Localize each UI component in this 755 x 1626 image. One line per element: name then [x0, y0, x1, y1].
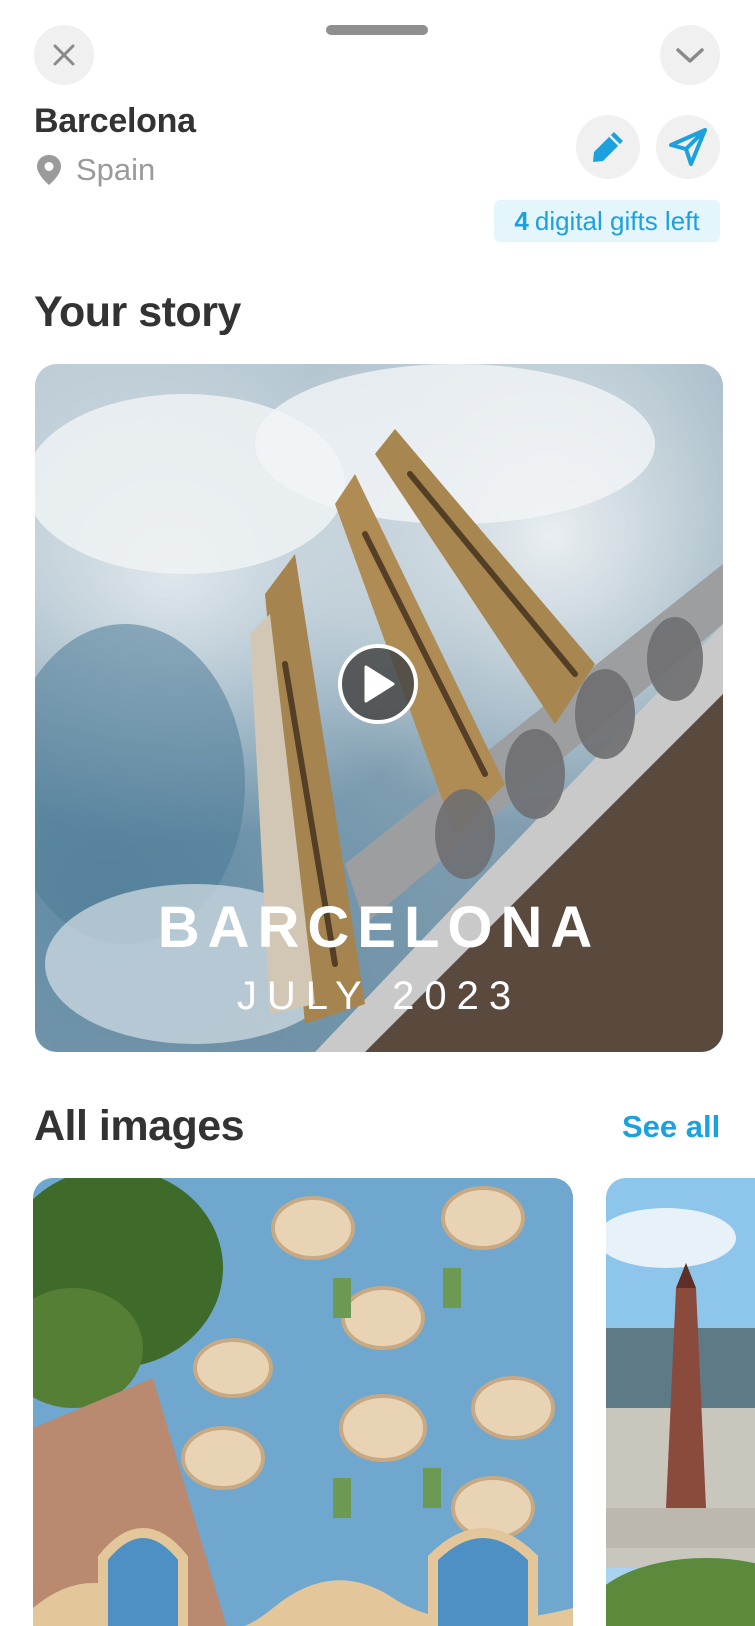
location-pin-icon [37, 155, 61, 185]
sheet-grabber[interactable] [326, 25, 428, 35]
close-button[interactable] [34, 25, 94, 85]
pencil-icon [593, 132, 623, 162]
send-button[interactable] [656, 115, 720, 179]
see-all-link[interactable]: See all [622, 1109, 720, 1145]
collapse-button[interactable] [660, 25, 720, 85]
placa-espanya-photo [606, 1178, 755, 1626]
gifts-count: 4 [514, 205, 529, 236]
gifts-label: digital gifts left [534, 205, 700, 236]
play-icon [364, 665, 395, 703]
edit-button[interactable] [576, 115, 640, 179]
close-icon [53, 44, 75, 66]
image-thumbnail[interactable] [33, 1178, 573, 1626]
paper-plane-icon [669, 128, 707, 166]
chevron-down-icon [676, 48, 704, 63]
casa-batllo-photo [33, 1178, 573, 1626]
story-card-date: JULY 2023 [236, 974, 522, 1018]
country-label: Spain [76, 152, 156, 187]
story-card[interactable]: BARCELONA JULY 2023 [35, 364, 723, 1052]
story-card-title: BARCELONA [157, 895, 601, 960]
image-thumbnail[interactable] [606, 1178, 755, 1626]
gifts-left-badge: 4 digital gifts left [494, 200, 720, 242]
city-title: Barcelona [34, 102, 196, 140]
story-section-title: Your story [34, 288, 241, 336]
images-section-title: All images [34, 1102, 245, 1150]
country-row: Spain [36, 152, 155, 188]
play-button[interactable] [338, 644, 418, 724]
